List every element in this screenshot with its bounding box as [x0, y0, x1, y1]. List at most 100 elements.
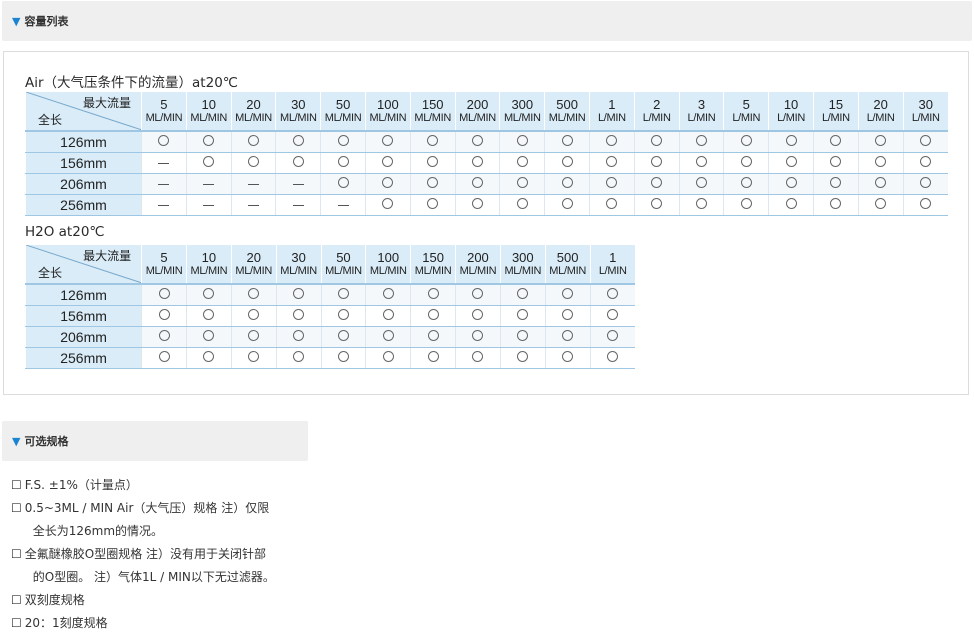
available-circle-icon: [293, 309, 305, 320]
column-unit: ML/MIN: [504, 265, 542, 277]
availability-cell: [275, 326, 321, 348]
availability-cell: [454, 173, 500, 195]
column-unit: ML/MIN: [324, 112, 362, 124]
available-circle-icon: [651, 198, 663, 209]
available-circle-icon: [561, 135, 573, 146]
column-value: 1: [608, 97, 616, 112]
column-value: 30: [291, 97, 306, 112]
available-circle-icon: [740, 177, 752, 188]
availability-cell: [499, 326, 546, 348]
column-value: 1: [609, 250, 617, 265]
available-circle-icon: [158, 351, 170, 362]
availability-cell: [633, 173, 680, 195]
available-circle-icon: [471, 156, 483, 167]
availability-cell: [589, 305, 635, 327]
availability-cell: [365, 347, 411, 369]
column-unit: ML/MIN: [235, 265, 273, 277]
available-circle-icon: [651, 177, 663, 188]
availability-cell: [410, 347, 456, 369]
availability-cell: [365, 284, 411, 306]
column-value: 150: [422, 250, 444, 265]
column-header: 50 ML/MIN: [320, 245, 366, 285]
column-header: 300 ML/MIN: [499, 245, 546, 285]
column-unit: ML/MIN: [459, 265, 497, 277]
availability-cell: [723, 194, 769, 216]
triangle-down-icon: ▼: [12, 434, 21, 448]
column-unit: L/MIN: [911, 112, 940, 124]
table-row: 256mm: [24, 347, 635, 369]
available-circle-icon: [562, 351, 574, 362]
availability-cell: [185, 305, 232, 327]
available-circle-icon: [695, 177, 707, 188]
option-text: F.S. ±1%（计量点）: [25, 474, 138, 497]
available-circle-icon: [248, 156, 259, 167]
option-line: 0.5~3ML / MIN Air（大气压）规格 注）仅限: [24, 501, 270, 515]
column-unit: ML/MIN: [325, 265, 362, 277]
availability-cell: [365, 305, 411, 327]
column-value: 50: [336, 250, 351, 265]
available-circle-icon: [875, 198, 887, 209]
availability-cell: [320, 131, 366, 153]
availability-cell: [365, 173, 411, 195]
available-circle-icon: [427, 177, 439, 188]
available-circle-icon: [562, 330, 574, 341]
available-circle-icon: [517, 309, 529, 320]
availability-cell: [544, 173, 590, 195]
available-circle-icon: [203, 288, 215, 299]
available-circle-icon: [875, 177, 887, 188]
column-header: 1 L/MIN: [588, 92, 635, 132]
available-circle-icon: [695, 135, 707, 146]
availability-cell: [185, 326, 232, 348]
availability-cell: [588, 173, 635, 195]
column-value: 20: [873, 97, 888, 112]
available-circle-icon: [248, 309, 260, 320]
checkbox-square-icon: ☐: [11, 478, 22, 492]
column-value: 10: [201, 250, 217, 265]
availability-cell: [544, 152, 590, 174]
column-header: 200 ML/MIN: [455, 245, 501, 285]
availability-cell: [185, 173, 232, 195]
availability-cell: [409, 173, 456, 195]
column-unit: ML/MIN: [235, 112, 272, 124]
available-circle-icon: [293, 288, 305, 299]
availability-cell: [499, 305, 546, 327]
column-header: 50 ML/MIN: [320, 92, 366, 132]
length-cell: 206mm: [24, 326, 142, 348]
column-header: 10 L/MIN: [768, 92, 814, 132]
availability-cell: [275, 173, 321, 195]
column-unit: L/MIN: [598, 265, 627, 277]
option-line: F.S. ±1%（计量点）: [24, 478, 138, 492]
column-unit: ML/MIN: [369, 265, 407, 277]
column-value: 3: [697, 97, 706, 112]
available-circle-icon: [382, 156, 394, 167]
column-value: 2: [653, 97, 661, 112]
availability-cell: [275, 347, 321, 369]
availability-cell: [230, 284, 277, 306]
available-circle-icon: [785, 156, 797, 167]
length-cell: 126mm: [24, 131, 142, 153]
column-unit: ML/MIN: [459, 112, 496, 124]
available-circle-icon: [695, 198, 707, 209]
table-row: 156mm: [24, 305, 635, 327]
table-row: 126mm: [24, 131, 948, 153]
column-header: 20 L/MIN: [857, 92, 904, 132]
available-circle-icon: [920, 198, 932, 209]
available-circle-icon: [427, 156, 439, 167]
available-circle-icon: [651, 156, 663, 167]
available-circle-icon: [562, 288, 574, 299]
availability-cell: [588, 194, 635, 216]
available-circle-icon: [293, 330, 305, 341]
available-circle-icon: [517, 351, 529, 362]
column-value: 5: [160, 97, 168, 112]
h2o-table-caption: H2O at20℃: [25, 224, 105, 240]
column-value: 15: [828, 97, 844, 112]
available-circle-icon: [471, 135, 483, 146]
column-header: 150 ML/MIN: [410, 245, 456, 285]
availability-cell: [544, 347, 591, 369]
length-cell: 126mm: [24, 284, 142, 306]
availability-cell: [544, 284, 591, 306]
availability-cell: [320, 194, 366, 216]
table-corner-cell: 最大流量 全长: [24, 92, 142, 132]
column-header: 10 ML/MIN: [185, 92, 232, 132]
available-circle-icon: [158, 309, 170, 320]
